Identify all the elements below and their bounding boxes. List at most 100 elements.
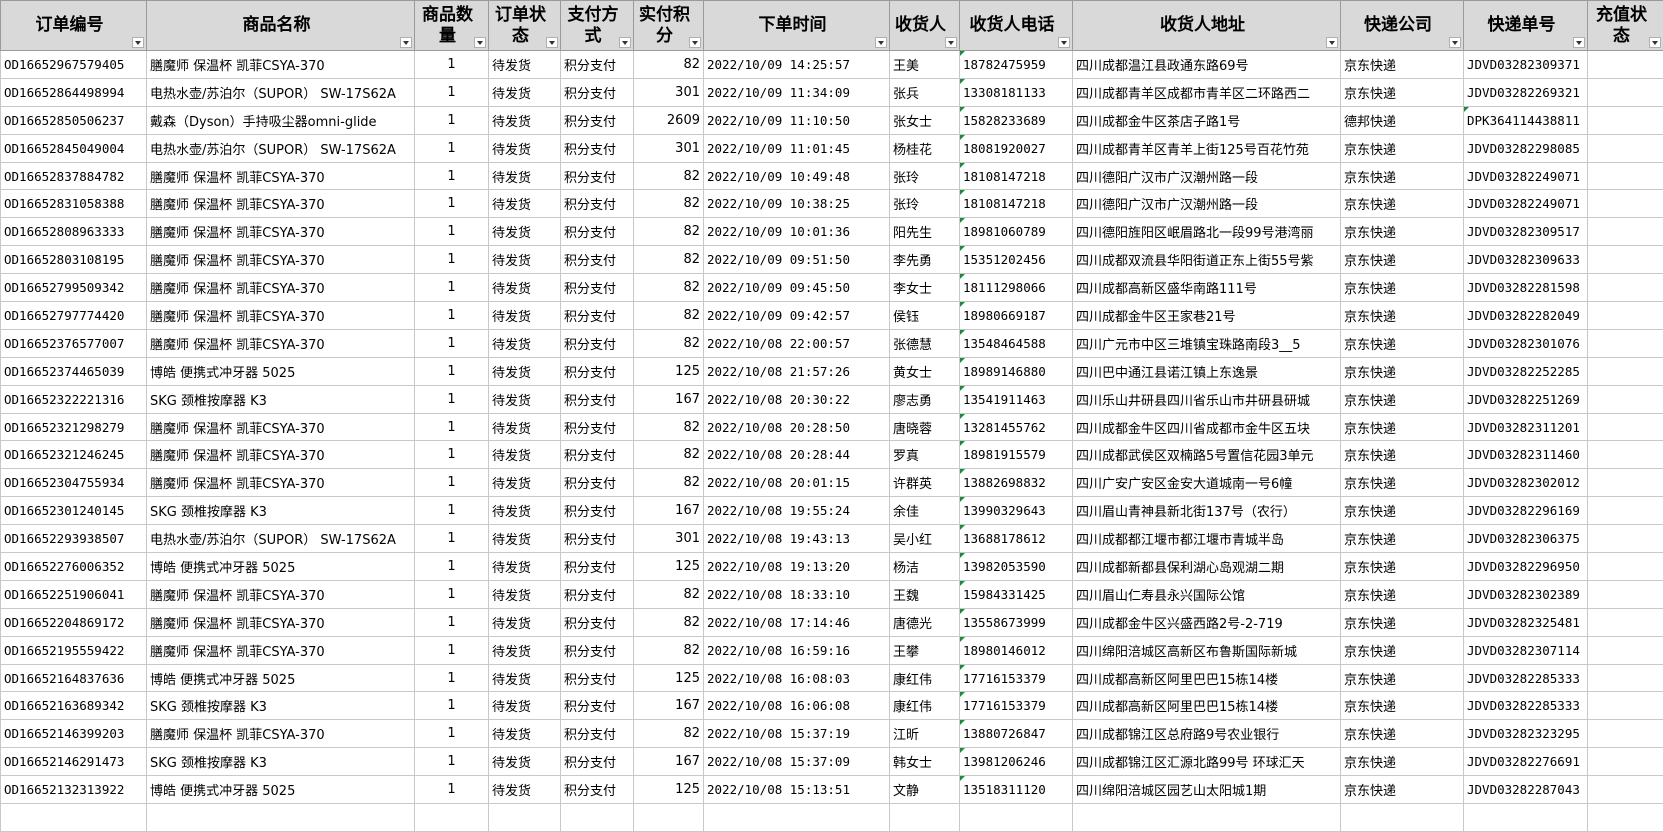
cell-phone[interactable]: 18081920027 [960, 134, 1073, 162]
cell-express[interactable]: 京东快递 [1341, 720, 1464, 748]
cell-recharge-status[interactable] [1588, 162, 1663, 190]
cell-status[interactable]: 待发货 [489, 664, 561, 692]
cell-phone[interactable]: 13990329643 [960, 497, 1073, 525]
cell-receiver[interactable]: 韩女士 [890, 748, 960, 776]
cell-points[interactable]: 82 [634, 580, 704, 608]
cell-phone[interactable]: 13981206246 [960, 748, 1073, 776]
cell-pay-method[interactable]: 积分支付 [561, 441, 634, 469]
cell-order-time[interactable]: 2022/10/09 09:51:50 [704, 246, 890, 274]
cell-pay-method[interactable]: 积分支付 [561, 162, 634, 190]
cell-status[interactable]: 待发货 [489, 329, 561, 357]
filter-dropdown-icon[interactable] [400, 37, 412, 48]
cell-express-no[interactable]: JDVD03282281598 [1464, 274, 1588, 302]
cell-points[interactable]: 167 [634, 385, 704, 413]
cell-receiver[interactable]: 江昕 [890, 720, 960, 748]
cell-recharge-status[interactable] [1588, 441, 1663, 469]
cell-order-time[interactable]: 2022/10/08 19:13:20 [704, 553, 890, 581]
cell-points[interactable]: 301 [634, 78, 704, 106]
cell-product[interactable]: 膳魔师 保温杯 凯菲CSYA-370 [147, 274, 415, 302]
cell-express[interactable]: 京东快递 [1341, 776, 1464, 804]
cell-points[interactable]: 125 [634, 357, 704, 385]
column-header-pay-method[interactable]: 支付方式 [561, 1, 634, 51]
cell-points[interactable]: 82 [634, 329, 704, 357]
cell-recharge-status[interactable] [1588, 274, 1663, 302]
cell-phone[interactable]: 18980669187 [960, 302, 1073, 330]
cell-pay-method[interactable]: 积分支付 [561, 329, 634, 357]
cell-receiver[interactable]: 黄女士 [890, 357, 960, 385]
cell-status[interactable]: 待发货 [489, 357, 561, 385]
cell-order-id[interactable]: OD16652321298279 [1, 413, 147, 441]
cell-order-time[interactable]: 2022/10/09 10:38:25 [704, 190, 890, 218]
cell-status[interactable]: 待发货 [489, 608, 561, 636]
cell-express-no[interactable]: JDVD03282309371 [1464, 51, 1588, 79]
column-header-recharge-status[interactable]: 充值状态 [1588, 1, 1663, 51]
cell-phone[interactable]: 18108147218 [960, 190, 1073, 218]
cell-pay-method[interactable]: 积分支付 [561, 413, 634, 441]
cell-express[interactable]: 京东快递 [1341, 525, 1464, 553]
cell-product[interactable]: 电热水壶/苏泊尔（SUPOR） SW-17S62A [147, 78, 415, 106]
cell-product[interactable]: SKG 颈椎按摩器 K3 [147, 497, 415, 525]
cell-product[interactable]: 戴森（Dyson）手持吸尘器omni-glide [147, 106, 415, 134]
cell-express[interactable]: 京东快递 [1341, 748, 1464, 776]
cell-express[interactable]: 京东快递 [1341, 218, 1464, 246]
cell-order-time[interactable]: 2022/10/08 19:55:24 [704, 497, 890, 525]
cell-address[interactable]: 四川成都锦江区总府路9号农业银行 [1073, 720, 1341, 748]
cell-address[interactable]: 四川德阳广汉市广汉潮州路一段 [1073, 162, 1341, 190]
cell-express-no[interactable]: JDVD03282251269 [1464, 385, 1588, 413]
empty-cell[interactable] [147, 804, 415, 832]
cell-pay-method[interactable]: 积分支付 [561, 497, 634, 525]
cell-order-time[interactable]: 2022/10/09 10:49:48 [704, 162, 890, 190]
cell-order-id[interactable]: OD16652803108195 [1, 246, 147, 274]
cell-order-time[interactable]: 2022/10/09 11:10:50 [704, 106, 890, 134]
filter-dropdown-icon[interactable] [546, 37, 558, 48]
cell-recharge-status[interactable] [1588, 106, 1663, 134]
cell-status[interactable]: 待发货 [489, 302, 561, 330]
cell-pay-method[interactable]: 积分支付 [561, 553, 634, 581]
cell-points[interactable]: 82 [634, 302, 704, 330]
cell-status[interactable]: 待发货 [489, 246, 561, 274]
cell-express-no[interactable]: JDVD03282285333 [1464, 692, 1588, 720]
cell-express[interactable]: 京东快递 [1341, 51, 1464, 79]
cell-receiver[interactable]: 余佳 [890, 497, 960, 525]
cell-recharge-status[interactable] [1588, 385, 1663, 413]
cell-pay-method[interactable]: 积分支付 [561, 246, 634, 274]
cell-order-time[interactable]: 2022/10/09 09:45:50 [704, 274, 890, 302]
cell-recharge-status[interactable] [1588, 553, 1663, 581]
cell-status[interactable]: 待发货 [489, 497, 561, 525]
cell-phone[interactable]: 13518311120 [960, 776, 1073, 804]
cell-address[interactable]: 四川成都温江县政通东路69号 [1073, 51, 1341, 79]
empty-cell[interactable] [634, 804, 704, 832]
empty-cell[interactable] [960, 804, 1073, 832]
cell-express-no[interactable]: JDVD03282296950 [1464, 553, 1588, 581]
cell-express[interactable]: 京东快递 [1341, 608, 1464, 636]
column-header-phone[interactable]: 收货人电话 [960, 1, 1073, 51]
cell-receiver[interactable]: 李女士 [890, 274, 960, 302]
cell-express[interactable]: 京东快递 [1341, 441, 1464, 469]
cell-qty[interactable]: 1 [415, 51, 489, 79]
cell-phone[interactable]: 15351202456 [960, 246, 1073, 274]
cell-status[interactable]: 待发货 [489, 218, 561, 246]
cell-express[interactable]: 德邦快递 [1341, 106, 1464, 134]
cell-express[interactable]: 京东快递 [1341, 497, 1464, 525]
cell-order-time[interactable]: 2022/10/09 10:01:36 [704, 218, 890, 246]
cell-receiver[interactable]: 唐德光 [890, 608, 960, 636]
cell-order-time[interactable]: 2022/10/08 15:37:19 [704, 720, 890, 748]
cell-qty[interactable]: 1 [415, 608, 489, 636]
cell-product[interactable]: 膳魔师 保温杯 凯菲CSYA-370 [147, 218, 415, 246]
cell-express[interactable]: 京东快递 [1341, 580, 1464, 608]
cell-phone[interactable]: 13308181133 [960, 78, 1073, 106]
cell-status[interactable]: 待发货 [489, 636, 561, 664]
cell-phone[interactable]: 18782475959 [960, 51, 1073, 79]
cell-qty[interactable]: 1 [415, 636, 489, 664]
cell-order-id[interactable]: OD16652195559422 [1, 636, 147, 664]
cell-express[interactable]: 京东快递 [1341, 357, 1464, 385]
cell-pay-method[interactable]: 积分支付 [561, 274, 634, 302]
cell-address[interactable]: 四川德阳广汉市广汉潮州路一段 [1073, 190, 1341, 218]
cell-qty[interactable]: 1 [415, 748, 489, 776]
cell-receiver[interactable]: 李先勇 [890, 246, 960, 274]
cell-receiver[interactable]: 杨桂花 [890, 134, 960, 162]
cell-points[interactable]: 2609 [634, 106, 704, 134]
cell-points[interactable]: 167 [634, 692, 704, 720]
cell-receiver[interactable]: 文静 [890, 776, 960, 804]
cell-status[interactable]: 待发货 [489, 720, 561, 748]
